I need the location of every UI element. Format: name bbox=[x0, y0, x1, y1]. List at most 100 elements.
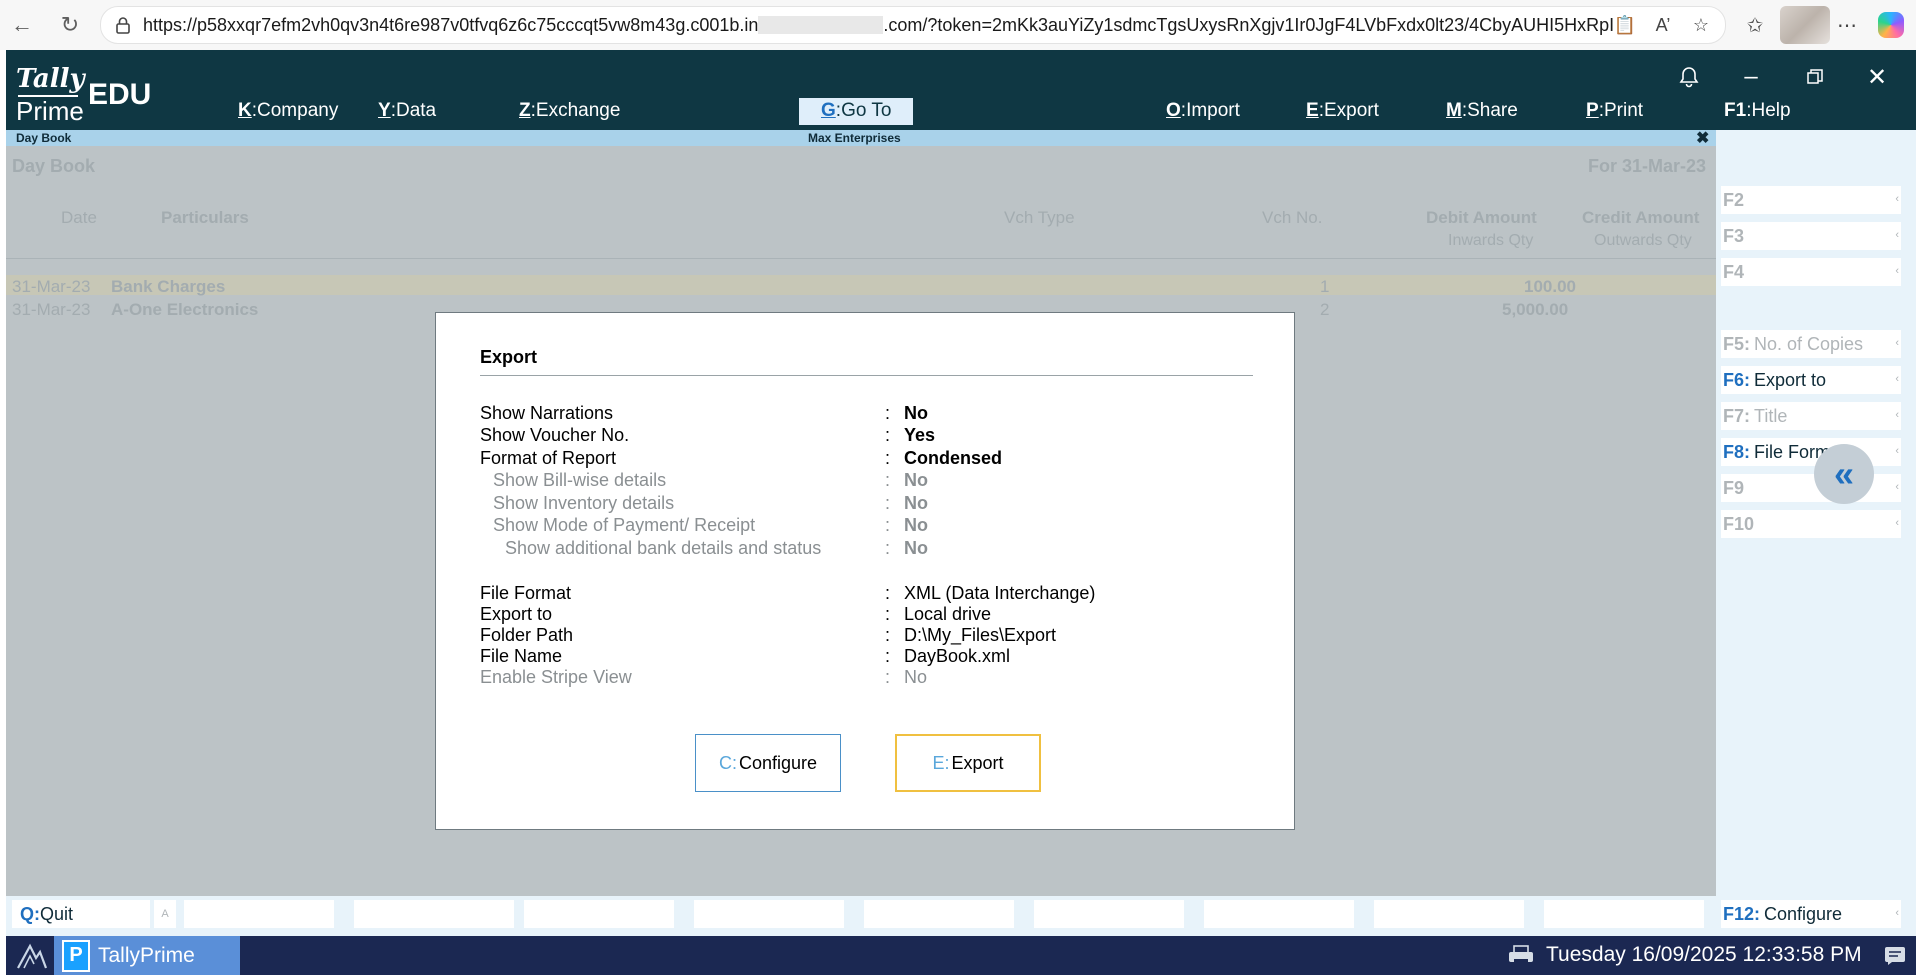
row-vch-no: 1 bbox=[1320, 277, 1330, 296]
field-file-format[interactable]: File Format: XML (Data Interchange) bbox=[480, 583, 1260, 605]
row-debit: 100.00 bbox=[1524, 277, 1576, 296]
bottom-empty-button[interactable] bbox=[1204, 900, 1354, 928]
f6-export-to-button[interactable]: F6: Export to ‹ bbox=[1721, 366, 1901, 394]
url-redacted-segment bbox=[758, 16, 884, 34]
chevron-left-icon: ‹ bbox=[1895, 409, 1899, 421]
printer-icon[interactable] bbox=[1506, 942, 1536, 968]
logo-prime: Prime bbox=[16, 96, 84, 126]
field-show-bill-wise-details[interactable]: Show Bill-wise details: No bbox=[480, 470, 1260, 492]
menu-export[interactable]: E:Export bbox=[1306, 100, 1379, 122]
field-show-inventory-details[interactable]: Show Inventory details: No bbox=[480, 493, 1260, 515]
row-particulars: A-One Electronics bbox=[111, 300, 259, 319]
bottom-empty-button[interactable] bbox=[184, 900, 334, 928]
notification-center-icon[interactable] bbox=[1882, 944, 1908, 968]
field-export-to[interactable]: Export to: Local drive bbox=[480, 604, 1260, 626]
menu-share[interactable]: M:Share bbox=[1446, 100, 1518, 122]
chevron-left-icon: ‹ bbox=[1895, 265, 1899, 277]
dialog-title: Export bbox=[480, 347, 538, 367]
chevron-left-icon: ‹ bbox=[1895, 445, 1899, 457]
f4-button[interactable]: F4 ‹ bbox=[1721, 258, 1901, 286]
report-heading: Day Book bbox=[12, 156, 96, 176]
f12-configure-button[interactable]: F12: Configure ‹ bbox=[1721, 900, 1901, 928]
menu-company[interactable]: K:Company bbox=[238, 100, 338, 122]
favorite-star-icon[interactable]: ☆ bbox=[1689, 13, 1713, 37]
profile-avatar[interactable] bbox=[1780, 6, 1830, 44]
more-options-icon[interactable]: ⋯ bbox=[1832, 10, 1862, 40]
field-show-additional-bank-details[interactable]: Show additional bank details and status:… bbox=[480, 538, 1260, 560]
notification-bell-icon[interactable] bbox=[1674, 62, 1704, 92]
tallyprime-app-icon: P bbox=[62, 939, 90, 972]
report-period: For 31-Mar-23 bbox=[1588, 156, 1707, 176]
field-enable-stripe-view[interactable]: Enable Stripe View: No bbox=[480, 667, 1260, 689]
col-inwards: Inwards Qty bbox=[1448, 232, 1534, 249]
favorites-icon[interactable]: ✩ bbox=[1740, 10, 1770, 40]
configure-button[interactable]: C: Configure bbox=[695, 734, 841, 792]
field-file-name[interactable]: File Name: DayBook.xml bbox=[480, 646, 1260, 668]
export-dialog: Export Show Narrations: No Show Voucher N… bbox=[435, 312, 1295, 830]
tally-app-window: Tally Prime EDU K:Company Y:Data Z:Excha… bbox=[6, 50, 1916, 936]
bottom-empty-button[interactable] bbox=[694, 900, 844, 928]
restore-icon[interactable] bbox=[1800, 62, 1830, 92]
menu-data[interactable]: Y:Data bbox=[378, 100, 436, 122]
lock-icon bbox=[116, 17, 130, 34]
bottom-empty-button[interactable] bbox=[354, 900, 514, 928]
row-debit: 5,000.00 bbox=[1502, 300, 1569, 319]
row-date: 31-Mar-23 bbox=[12, 300, 91, 319]
collapse-panel-icon[interactable]: « bbox=[1814, 444, 1874, 504]
chevron-left-icon: ‹ bbox=[1895, 193, 1899, 205]
address-bar[interactable]: https://p58xxqr7efm2vh0qv3n4t6re987v0tfv… bbox=[100, 6, 1726, 44]
back-icon[interactable]: ← bbox=[6, 9, 38, 41]
f10-button[interactable]: F10 ‹ bbox=[1721, 510, 1901, 538]
clipboard-icon[interactable]: 📋 bbox=[1613, 13, 1637, 37]
col-vch-type: Vch Type bbox=[1004, 208, 1075, 227]
taskbar-clock: Tuesday 16/09/2025 12:33:58 PM bbox=[1546, 943, 1862, 966]
reload-icon[interactable]: ↻ bbox=[54, 9, 86, 41]
field-folder-path[interactable]: Folder Path: D:\My_Files\Export bbox=[480, 625, 1260, 647]
bottom-empty-button[interactable] bbox=[1034, 900, 1184, 928]
menu-import[interactable]: O:Import bbox=[1166, 100, 1240, 122]
field-show-voucher-no[interactable]: Show Voucher No.: Yes bbox=[480, 425, 1260, 447]
field-format-of-report[interactable]: Format of Report: Condensed bbox=[480, 448, 1260, 470]
minimize-icon[interactable]: – bbox=[1736, 62, 1766, 92]
taskbar-app-label: TallyPrime bbox=[98, 943, 195, 967]
f5-no-of-copies-button[interactable]: F5: No. of Copies ‹ bbox=[1721, 330, 1901, 358]
bottom-button-bar: Q: Quit A bbox=[6, 896, 1716, 936]
f9-button[interactable]: F9 ‹ bbox=[1721, 474, 1901, 502]
bottom-empty-button[interactable] bbox=[1544, 900, 1704, 928]
bottom-empty-button[interactable] bbox=[524, 900, 674, 928]
url-text: https://p58xxqr7efm2vh0qv3n4t6re987v0tfv… bbox=[143, 15, 1613, 35]
copilot-icon[interactable] bbox=[1878, 12, 1904, 38]
menu-help[interactable]: F1:Help bbox=[1724, 100, 1791, 122]
close-icon[interactable]: ✕ bbox=[1862, 62, 1892, 92]
menu-go-to[interactable]: G:Go To bbox=[799, 98, 914, 125]
bottom-empty-button[interactable] bbox=[1374, 900, 1524, 928]
f8-file-format-button[interactable]: F8: File Format ‹ bbox=[1721, 438, 1901, 466]
taskbar-tallyprime[interactable]: P TallyPrime bbox=[54, 936, 240, 975]
f7-title-button[interactable]: F7: Title ‹ bbox=[1721, 402, 1901, 430]
col-credit: Credit Amount bbox=[1582, 208, 1700, 227]
field-show-mode-of-payment[interactable]: Show Mode of Payment/ Receipt: No bbox=[480, 515, 1260, 537]
menu-print[interactable]: P:Print bbox=[1586, 100, 1643, 122]
f2-button[interactable]: F2 ‹ bbox=[1721, 186, 1901, 214]
row-particulars: Bank Charges bbox=[111, 277, 226, 296]
row-vch-no: 2 bbox=[1320, 300, 1330, 319]
bottom-empty-button[interactable] bbox=[864, 900, 1014, 928]
col-particulars: Particulars bbox=[161, 208, 249, 227]
chevron-left-icon: ‹ bbox=[1895, 373, 1899, 385]
start-menu-icon[interactable] bbox=[14, 940, 50, 972]
chevron-left-icon: ‹ bbox=[1895, 229, 1899, 241]
chevron-left-icon: ‹ bbox=[1895, 907, 1899, 919]
export-button[interactable]: E: Export bbox=[895, 734, 1041, 792]
report-close-icon[interactable]: ✖ bbox=[1696, 128, 1709, 148]
header-divider bbox=[6, 258, 1716, 259]
chevron-left-icon: ‹ bbox=[1895, 481, 1899, 493]
logo-tally: Tally bbox=[16, 64, 85, 94]
quit-button[interactable]: Q: Quit bbox=[12, 900, 150, 928]
menu-exchange[interactable]: Z:Exchange bbox=[519, 100, 620, 122]
f3-button[interactable]: F3 ‹ bbox=[1721, 222, 1901, 250]
col-outwards: Outwards Qty bbox=[1594, 232, 1692, 249]
col-vch-no: Vch No. bbox=[1262, 208, 1323, 227]
browser-toolbar: ← ↻ https://p58xxqr7efm2vh0qv3n4t6re987v… bbox=[0, 0, 1916, 50]
read-aloud-icon[interactable]: A’ bbox=[1651, 13, 1675, 37]
field-show-narrations[interactable]: Show Narrations: No bbox=[480, 403, 1260, 425]
